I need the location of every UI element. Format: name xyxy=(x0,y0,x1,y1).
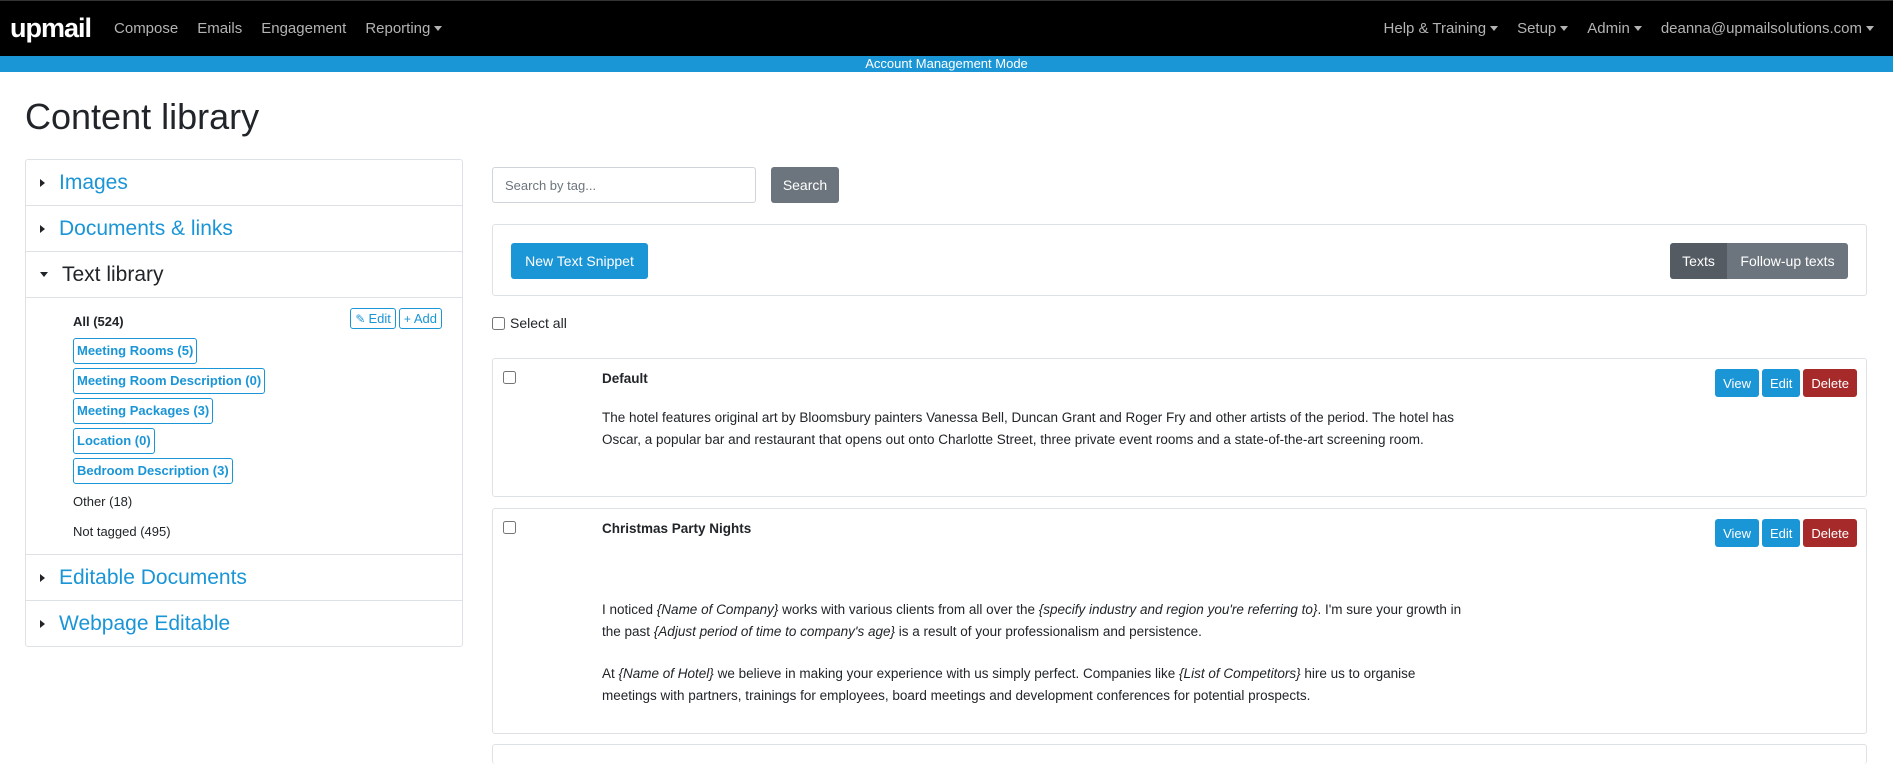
snippet-card: Christmas Party Nights View Edit Delete … xyxy=(492,508,1867,734)
view-button[interactable]: View xyxy=(1715,369,1760,397)
edit-tags-button[interactable]: ✎ Edit xyxy=(350,308,396,329)
snippet-paragraph: I noticed {Name of Company} works with v… xyxy=(602,599,1462,642)
select-all-checkbox[interactable] xyxy=(492,316,505,330)
accordion-documents-label: Documents & links xyxy=(59,216,233,240)
placeholder-text: {Name of Hotel} xyxy=(618,666,714,681)
nav-compose[interactable]: Compose xyxy=(114,20,178,37)
tag-other[interactable]: Other (18) xyxy=(73,494,132,509)
nav-setup[interactable]: Setup xyxy=(1517,20,1569,37)
caret-right-icon xyxy=(40,573,45,582)
text-type-toggle: Texts Follow-up texts xyxy=(1670,243,1848,279)
accordion-webpage-editable[interactable]: Webpage Editable xyxy=(26,601,462,646)
snippet-title: Christmas Party Nights xyxy=(602,521,752,536)
accordion-text-library-label: Text library xyxy=(62,262,164,286)
plus-icon: + xyxy=(403,312,411,326)
placeholder-text: {List of Competitors} xyxy=(1179,666,1301,681)
nav-user-account[interactable]: deanna@upmailsolutions.com xyxy=(1661,20,1874,37)
top-navbar: upmail Compose Emails Engagement Reporti… xyxy=(0,0,1893,56)
edit-button[interactable]: Edit xyxy=(1762,369,1801,397)
text-library-tags: ✎ Edit + Add All (524) Meeting Rooms (5) M… xyxy=(26,298,462,555)
snippet-body: The hotel features original art by Bloom… xyxy=(602,410,1454,447)
search-button[interactable]: Search xyxy=(771,167,839,203)
edit-button[interactable]: Edit xyxy=(1762,519,1801,547)
snippet-checkbox[interactable] xyxy=(503,521,516,534)
chevron-down-icon xyxy=(1490,26,1499,31)
text-run: At xyxy=(602,666,619,681)
delete-button[interactable]: Delete xyxy=(1803,519,1857,547)
select-all-label: Select all xyxy=(510,315,567,331)
nav-reporting-label: Reporting xyxy=(365,20,431,37)
tag-not-tagged[interactable]: Not tagged (495) xyxy=(73,524,171,539)
page-title: Content library xyxy=(25,96,260,137)
caret-right-icon xyxy=(40,178,45,187)
chevron-down-icon xyxy=(1633,26,1642,31)
nav-help-label: Help & Training xyxy=(1383,20,1487,37)
add-tag-label: Add xyxy=(413,311,437,326)
snippet-toolbar: New Text Snippet Texts Follow-up texts xyxy=(492,224,1867,296)
tag-meeting-packages[interactable]: Meeting Packages (3) xyxy=(73,398,214,424)
snippet-card: Default View Edit Delete The hotel featu… xyxy=(492,358,1867,497)
tab-follow-up-texts[interactable]: Follow-up texts xyxy=(1727,243,1848,279)
accordion-images-label: Images xyxy=(59,170,128,194)
text-run: works with various clients from all over… xyxy=(778,602,1039,617)
snippet-body: I noticed {Name of Company} works with v… xyxy=(602,599,1462,727)
add-tag-button[interactable]: + Add xyxy=(398,308,442,329)
tab-texts[interactable]: Texts xyxy=(1670,243,1727,279)
placeholder-text: {specify industry and region you're refe… xyxy=(1038,602,1318,617)
accordion-images[interactable]: Images xyxy=(26,160,462,206)
nav-reporting[interactable]: Reporting xyxy=(365,20,443,37)
tag-location[interactable]: Location (0) xyxy=(73,428,155,454)
nav-emails[interactable]: Emails xyxy=(197,20,242,37)
nav-help-training[interactable]: Help & Training xyxy=(1384,20,1499,37)
nav-admin-label: Admin xyxy=(1587,20,1630,37)
tag-all[interactable]: All (524) xyxy=(73,314,124,329)
snippet-paragraph: At {Name of Hotel} we believe in making … xyxy=(602,663,1462,706)
select-all[interactable]: Select all xyxy=(492,315,567,331)
chevron-down-icon xyxy=(1560,26,1569,31)
edit-tags-label: Edit xyxy=(368,311,391,326)
caret-right-icon xyxy=(40,224,45,233)
accordion-editable-documents-label: Editable Documents xyxy=(59,565,247,589)
accordion-webpage-editable-label: Webpage Editable xyxy=(59,611,231,635)
brand-logo[interactable]: upmail xyxy=(10,13,92,44)
accordion-editable-documents[interactable]: Editable Documents xyxy=(26,555,462,601)
tag-meeting-rooms[interactable]: Meeting Rooms (5) xyxy=(73,338,198,364)
snippet-checkbox[interactable] xyxy=(503,371,516,384)
text-run: is a result of your professionalism and … xyxy=(895,623,1202,639)
accordion-text-library[interactable]: Text library xyxy=(26,252,462,298)
library-sidebar: Images Documents & links Text library ✎ E… xyxy=(25,159,463,647)
view-button[interactable]: View xyxy=(1715,519,1760,547)
account-mode-banner: Account Management Mode xyxy=(0,56,1893,72)
nav-setup-label: Setup xyxy=(1517,20,1557,37)
tag-bedroom-description[interactable]: Bedroom Description (3) xyxy=(73,458,233,484)
new-text-snippet-button[interactable]: New Text Snippet xyxy=(511,243,648,279)
tag-meeting-room-description[interactable]: Meeting Room Description (0) xyxy=(73,368,266,394)
accordion-documents[interactable]: Documents & links xyxy=(26,206,462,252)
text-run: we believe in making your experience wit… xyxy=(713,666,1180,681)
pencil-icon: ✎ xyxy=(355,312,366,326)
nav-admin[interactable]: Admin xyxy=(1587,20,1642,37)
snippet-title: Default xyxy=(602,371,648,386)
caret-right-icon xyxy=(40,619,45,628)
delete-button[interactable]: Delete xyxy=(1803,369,1857,397)
caret-down-icon xyxy=(40,272,48,277)
nav-engagement[interactable]: Engagement xyxy=(261,20,346,37)
text-run: I noticed xyxy=(602,602,657,617)
placeholder-text: {Name of Company} xyxy=(656,602,779,617)
snippet-card xyxy=(492,744,1867,764)
nav-user-label: deanna@upmailsolutions.com xyxy=(1660,20,1862,37)
placeholder-text: {Adjust period of time to company's age} xyxy=(653,623,896,639)
tag-search-input[interactable] xyxy=(492,167,756,203)
chevron-down-icon xyxy=(434,26,443,31)
chevron-down-icon xyxy=(1866,26,1874,31)
